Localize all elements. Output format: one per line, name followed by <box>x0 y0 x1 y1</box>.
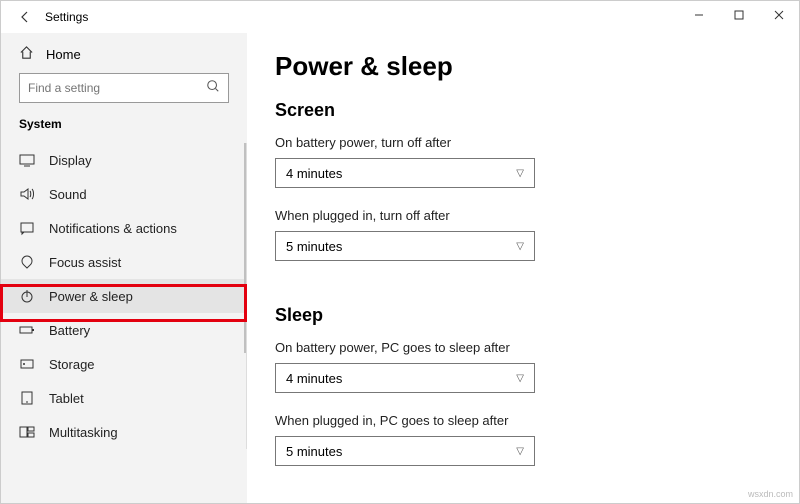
tablet-icon <box>19 390 35 406</box>
multitasking-icon <box>19 424 35 440</box>
screen-battery-label: On battery power, turn off after <box>275 135 771 150</box>
sidebar-item-label: Sound <box>49 187 87 202</box>
search-icon <box>206 79 220 98</box>
chevron-down-icon: ▽ <box>516 168 524 179</box>
sidebar-item-label: Storage <box>49 357 95 372</box>
search-input-wrap[interactable] <box>19 73 229 103</box>
sleep-heading: Sleep <box>275 305 771 326</box>
sidebar-item-label: Display <box>49 153 92 168</box>
sidebar-item-label: Notifications & actions <box>49 221 177 236</box>
storage-icon <box>19 356 35 372</box>
combo-value: 4 minutes <box>286 166 342 181</box>
home-nav[interactable]: Home <box>1 39 247 73</box>
chevron-down-icon: ▽ <box>516 446 524 457</box>
power-icon <box>19 288 35 304</box>
screen-heading: Screen <box>275 100 771 121</box>
sidebar: Home System Display Sound <box>1 33 247 503</box>
battery-icon <box>19 322 35 338</box>
search-input[interactable] <box>28 81 182 95</box>
home-label: Home <box>46 47 81 62</box>
sidebar-item-focus-assist[interactable]: Focus assist <box>1 245 246 279</box>
sidebar-item-display[interactable]: Display <box>1 143 246 177</box>
sidebar-item-label: Focus assist <box>49 255 121 270</box>
content-pane: Power & sleep Screen On battery power, t… <box>247 33 799 503</box>
sleep-battery-select[interactable]: 4 minutes ▽ <box>275 363 535 393</box>
display-icon <box>19 152 35 168</box>
maximize-button[interactable] <box>719 1 759 29</box>
chevron-down-icon: ▽ <box>516 373 524 384</box>
back-button[interactable] <box>11 3 39 31</box>
page-title: Power & sleep <box>275 51 771 82</box>
sidebar-item-label: Tablet <box>49 391 84 406</box>
home-icon <box>19 45 34 63</box>
sound-icon <box>19 186 35 202</box>
sidebar-item-label: Battery <box>49 323 90 338</box>
sidebar-item-sound[interactable]: Sound <box>1 177 246 211</box>
sidebar-scrollbar[interactable] <box>244 143 246 353</box>
screen-plugged-label: When plugged in, turn off after <box>275 208 771 223</box>
screen-battery-select[interactable]: 4 minutes ▽ <box>275 158 535 188</box>
sleep-plugged-label: When plugged in, PC goes to sleep after <box>275 413 771 428</box>
combo-value: 4 minutes <box>286 371 342 386</box>
sidebar-item-storage[interactable]: Storage <box>1 347 246 381</box>
notifications-icon <box>19 220 35 236</box>
window-title: Settings <box>45 10 88 24</box>
combo-value: 5 minutes <box>286 444 342 459</box>
sleep-plugged-select[interactable]: 5 minutes ▽ <box>275 436 535 466</box>
watermark: wsxdn.com <box>748 489 793 499</box>
sidebar-item-multitasking[interactable]: Multitasking <box>1 415 246 449</box>
sidebar-item-power-sleep[interactable]: Power & sleep <box>1 279 246 313</box>
sidebar-item-label: Power & sleep <box>49 289 133 304</box>
nav-category: System <box>1 117 247 143</box>
screen-plugged-select[interactable]: 5 minutes ▽ <box>275 231 535 261</box>
sidebar-item-battery[interactable]: Battery <box>1 313 246 347</box>
combo-value: 5 minutes <box>286 239 342 254</box>
sidebar-item-notifications[interactable]: Notifications & actions <box>1 211 246 245</box>
close-button[interactable] <box>759 1 799 29</box>
nav-list: Display Sound Notifications & actions Fo… <box>1 143 247 449</box>
sleep-battery-label: On battery power, PC goes to sleep after <box>275 340 771 355</box>
focus-assist-icon <box>19 254 35 270</box>
sidebar-item-label: Multitasking <box>49 425 118 440</box>
chevron-down-icon: ▽ <box>516 241 524 252</box>
minimize-button[interactable] <box>679 1 719 29</box>
sidebar-item-tablet[interactable]: Tablet <box>1 381 246 415</box>
